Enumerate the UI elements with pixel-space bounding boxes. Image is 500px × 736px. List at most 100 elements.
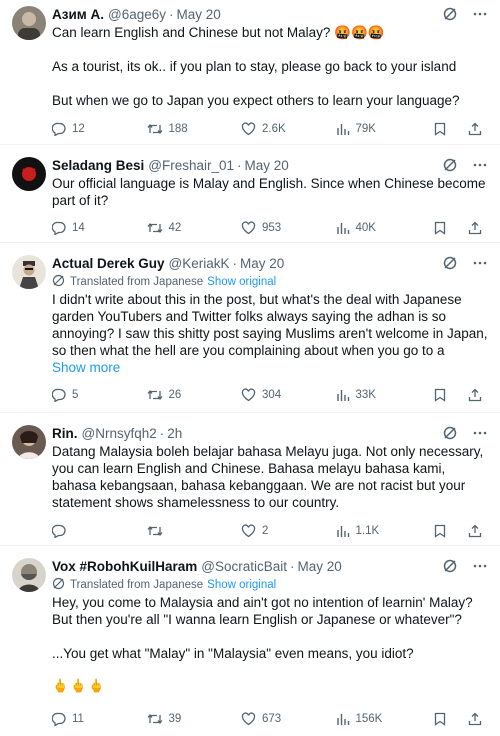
header-icons <box>442 558 488 574</box>
display-name[interactable]: Vox #RobohKuilHaram <box>52 559 197 574</box>
like-button[interactable]: 673 <box>241 712 336 726</box>
grok-slash-circle-icon[interactable] <box>442 558 458 574</box>
user-handle[interactable]: @KeriakK <box>169 256 230 271</box>
reply-count: 11 <box>72 713 84 725</box>
like-button[interactable]: 953 <box>241 221 336 235</box>
tweet-text: Hey, you come to Malaysia and ain't got … <box>52 594 488 694</box>
tweet-text: Can learn English and Chinese but not Ma… <box>52 24 488 109</box>
retweet-count: 188 <box>168 123 188 135</box>
reply-count: 12 <box>72 123 85 135</box>
view-count: 40K <box>355 222 376 234</box>
bookmark-icon[interactable] <box>434 524 452 538</box>
tweet[interactable]: Seladang Besi @Freshair_01 · May 20 Our … <box>0 145 500 243</box>
more-dots-icon[interactable] <box>472 157 488 173</box>
translate-globe-icon <box>52 274 70 290</box>
tweet-date[interactable]: May 20 <box>177 7 221 22</box>
retweet-button[interactable]: 42 <box>146 221 242 235</box>
heart-icon <box>241 524 262 538</box>
grok-slash-circle-icon[interactable] <box>442 157 458 173</box>
share-upload-icon[interactable] <box>468 122 488 136</box>
display-name[interactable]: Seladang Besi <box>52 158 144 173</box>
more-dots-icon[interactable] <box>472 425 488 441</box>
avatar[interactable] <box>12 255 46 289</box>
user-handle[interactable]: @SocraticBait <box>201 559 287 574</box>
views-button[interactable]: 33K <box>336 388 431 402</box>
like-button[interactable]: 2 <box>241 524 336 538</box>
views-button[interactable]: 40K <box>336 221 431 235</box>
reply-button[interactable] <box>52 524 147 538</box>
views-button[interactable]: 79K <box>336 122 431 136</box>
bookmark-icon[interactable] <box>434 221 452 235</box>
share-upload-icon[interactable] <box>468 712 488 726</box>
views-button[interactable]: 1.1K <box>336 524 431 538</box>
header-icons <box>442 425 488 441</box>
grok-slash-circle-icon[interactable] <box>442 425 458 441</box>
user-handle[interactable]: @Nrnsyfqh2 <box>82 426 157 441</box>
tweet-date[interactable]: 2h <box>167 426 182 441</box>
share-upload-icon[interactable] <box>468 221 488 235</box>
like-count: 2 <box>262 525 269 537</box>
like-count: 2.6K <box>262 123 286 135</box>
view-count: 33K <box>355 389 376 401</box>
show-original-link[interactable]: Show original <box>207 579 276 591</box>
bookmark-icon[interactable] <box>434 712 452 726</box>
more-dots-icon[interactable] <box>472 255 488 271</box>
reply-timeline: Азим А. @6age6y · May 20 Can learn Engli… <box>0 0 500 732</box>
separator-dot: · <box>169 6 174 22</box>
more-dots-icon[interactable] <box>472 6 488 22</box>
tweet[interactable]: Actual Derek Guy @KeriakK · May 20 Trans… <box>0 243 500 413</box>
view-count: 79K <box>355 123 376 135</box>
tweet[interactable]: Vox #RobohKuilHaram @SocraticBait · May … <box>0 546 500 732</box>
bookmark-icon[interactable] <box>434 388 452 402</box>
like-count: 953 <box>262 222 282 234</box>
grok-slash-circle-icon[interactable] <box>442 6 458 22</box>
like-button[interactable]: 304 <box>241 388 336 402</box>
display-name[interactable]: Actual Derek Guy <box>52 256 165 271</box>
show-original-link[interactable]: Show original <box>207 276 276 288</box>
share-upload-icon[interactable] <box>468 524 488 538</box>
reply-button[interactable]: 14 <box>52 221 147 235</box>
user-handle[interactable]: @Freshair_01 <box>148 158 234 173</box>
grok-slash-circle-icon[interactable] <box>442 255 458 271</box>
tweet-paragraph: Our official language is Malay and Engli… <box>52 176 486 208</box>
tweet-date[interactable]: May 20 <box>298 559 342 574</box>
header-icons <box>442 6 488 22</box>
tweet[interactable]: Rin. @Nrnsyfqh2 · 2h Datang Malaysia bol… <box>0 413 500 546</box>
show-more-link[interactable]: Show more <box>52 359 488 376</box>
more-dots-icon[interactable] <box>472 558 488 574</box>
share-upload-icon[interactable] <box>468 388 488 402</box>
like-button[interactable]: 2.6K <box>241 122 336 136</box>
bar-chart-icon <box>336 524 356 538</box>
action-bar: 12 188 2.6K 79K <box>52 114 488 144</box>
user-handle[interactable]: @6age6y <box>108 7 166 22</box>
retweet-button[interactable] <box>146 524 242 538</box>
heart-icon <box>241 388 262 402</box>
view-count: 156K <box>355 713 383 725</box>
tweet-paragraph: Datang Malaysia boleh belajar bahasa Mel… <box>52 444 484 510</box>
avatar[interactable] <box>12 558 46 592</box>
tweet-text: I didn't write about this in the post, b… <box>52 291 488 376</box>
retweet-button[interactable]: 188 <box>146 122 242 136</box>
tweet-text: Datang Malaysia boleh belajar bahasa Mel… <box>52 443 488 511</box>
reply-button[interactable]: 11 <box>52 712 147 726</box>
display-name[interactable]: Rin. <box>52 426 78 441</box>
action-bar: 5 26 304 33K <box>52 380 488 410</box>
tweet-date[interactable]: May 20 <box>240 256 284 271</box>
retweet-arrows-icon <box>146 524 169 538</box>
retweet-button[interactable]: 39 <box>146 712 242 726</box>
avatar[interactable] <box>12 6 46 40</box>
retweet-button[interactable]: 26 <box>146 388 242 402</box>
views-button[interactable]: 156K <box>336 712 431 726</box>
tweet[interactable]: Азим А. @6age6y · May 20 Can learn Engli… <box>0 0 500 145</box>
avatar[interactable] <box>12 425 46 459</box>
display-name[interactable]: Азим А. <box>52 7 104 22</box>
reply-count: 14 <box>72 222 85 234</box>
tweet-header: Rin. @Nrnsyfqh2 · 2h <box>52 423 488 443</box>
avatar[interactable] <box>12 157 46 191</box>
heart-icon <box>241 712 262 726</box>
action-bar: 14 42 953 40K <box>52 213 488 243</box>
bookmark-icon[interactable] <box>434 122 452 136</box>
tweet-date[interactable]: May 20 <box>245 158 289 173</box>
reply-button[interactable]: 5 <box>52 388 147 402</box>
reply-button[interactable]: 12 <box>52 122 147 136</box>
